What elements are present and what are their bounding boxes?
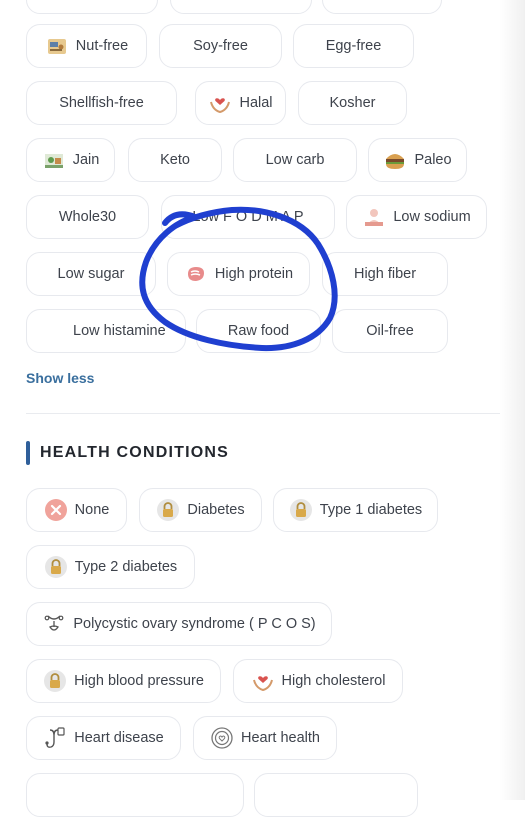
section-divider: [26, 413, 500, 414]
close-icon: [44, 498, 68, 522]
chip-label: Low F O D M A P: [192, 209, 304, 225]
paleo-icon: [383, 148, 407, 172]
chip-label: High fiber: [353, 266, 417, 282]
chip-label: Keto: [160, 152, 190, 168]
chip-high-blood-pressure[interactable]: High blood pressure: [26, 659, 221, 703]
chip-label: Whole30: [58, 209, 117, 225]
chip-type-1-diabetes[interactable]: Type 1 diabetes: [273, 488, 438, 532]
chip-low-fodmap[interactable]: Low F O D M A P: [161, 195, 335, 239]
chip-high-fiber[interactable]: High fiber: [322, 252, 448, 296]
heart-hands-icon: [251, 669, 275, 693]
chip-label: Jain: [72, 152, 100, 168]
high-protein-icon: [184, 262, 208, 286]
chip-label: Low histamine: [73, 323, 166, 339]
chip-label: Heart disease: [74, 730, 164, 746]
chip-label: Oil-free: [366, 323, 414, 339]
ovary-icon: [42, 612, 66, 636]
jain-icon: [42, 148, 66, 172]
chip-halal[interactable]: Halal: [195, 81, 286, 125]
halal-icon: [208, 91, 232, 115]
chip-diabetes[interactable]: Diabetes: [139, 488, 262, 532]
chip-label: Heart health: [241, 730, 320, 746]
lock-icon: [44, 555, 68, 579]
chip-jain[interactable]: Jain: [26, 138, 115, 182]
chip-nut-free[interactable]: Nut-free: [26, 24, 147, 68]
nut-free-icon: [45, 34, 69, 58]
chip-heart-health[interactable]: Heart health: [193, 716, 337, 760]
chip-label: Nut-free: [75, 38, 129, 54]
page-edge-shadow: [499, 0, 525, 800]
chip-partial-top-3[interactable]: [322, 0, 442, 14]
chip-oil-free[interactable]: Oil-free: [332, 309, 448, 353]
chip-label: Soy-free: [193, 38, 248, 54]
chip-low-histamine[interactable]: Low histamine: [26, 309, 186, 353]
chip-label: Low carb: [265, 152, 325, 168]
stethoscope-icon: [43, 726, 67, 750]
chip-label: Low sugar: [57, 266, 125, 282]
chip-label: None: [74, 502, 110, 518]
chip-partial-top-1[interactable]: [26, 0, 158, 14]
chip-label: High cholesterol: [281, 673, 386, 689]
chip-label: Kosher: [329, 95, 376, 111]
chip-type-2-diabetes[interactable]: Type 2 diabetes: [26, 545, 195, 589]
chip-label: Type 2 diabetes: [74, 559, 178, 575]
chip-keto[interactable]: Keto: [128, 138, 222, 182]
chip-kosher[interactable]: Kosher: [298, 81, 407, 125]
chip-high-cholesterol[interactable]: High cholesterol: [233, 659, 403, 703]
chip-heart-disease[interactable]: Heart disease: [26, 716, 181, 760]
chip-whole30[interactable]: Whole30: [26, 195, 149, 239]
lock-icon: [156, 498, 180, 522]
health-conditions-title: HEALTH CONDITIONS: [40, 444, 229, 461]
chip-label: Type 1 diabetes: [319, 502, 423, 518]
lock-icon: [43, 669, 67, 693]
chip-partial-bottom-2[interactable]: [254, 773, 418, 817]
chip-raw-food[interactable]: Raw food: [196, 309, 321, 353]
chip-partial-bottom-1[interactable]: [26, 773, 244, 817]
chip-label: High blood pressure: [74, 673, 204, 689]
chip-low-sodium[interactable]: Low sodium: [346, 195, 487, 239]
chip-label: Shellfish-free: [59, 95, 144, 111]
heart-check-icon: [210, 726, 234, 750]
chip-soy-free[interactable]: Soy-free: [159, 24, 282, 68]
chip-low-carb[interactable]: Low carb: [233, 138, 357, 182]
chip-label: Diabetes: [187, 502, 245, 518]
chip-pcos[interactable]: Polycystic ovary syndrome ( P C O S): [26, 602, 332, 646]
chip-paleo[interactable]: Paleo: [368, 138, 467, 182]
chip-low-sugar[interactable]: Low sugar: [26, 252, 156, 296]
show-less-link[interactable]: Show less: [26, 370, 94, 386]
section-accent-bar: [26, 441, 30, 465]
lock-icon: [289, 498, 313, 522]
chip-label: Polycystic ovary syndrome ( P C O S): [73, 616, 316, 632]
chip-partial-top-2[interactable]: [170, 0, 312, 14]
chip-none[interactable]: None: [26, 488, 127, 532]
chip-shellfish-free[interactable]: Shellfish-free: [26, 81, 177, 125]
low-sodium-icon: [362, 205, 386, 229]
chip-label: High protein: [214, 266, 294, 282]
chip-high-protein[interactable]: High protein: [167, 252, 310, 296]
chip-label: Low sodium: [393, 209, 471, 225]
chip-label: Raw food: [227, 323, 290, 339]
chip-egg-free[interactable]: Egg-free: [293, 24, 414, 68]
chip-label: Halal: [239, 95, 273, 111]
chip-label: Egg-free: [325, 38, 382, 54]
chip-label: Paleo: [414, 152, 452, 168]
